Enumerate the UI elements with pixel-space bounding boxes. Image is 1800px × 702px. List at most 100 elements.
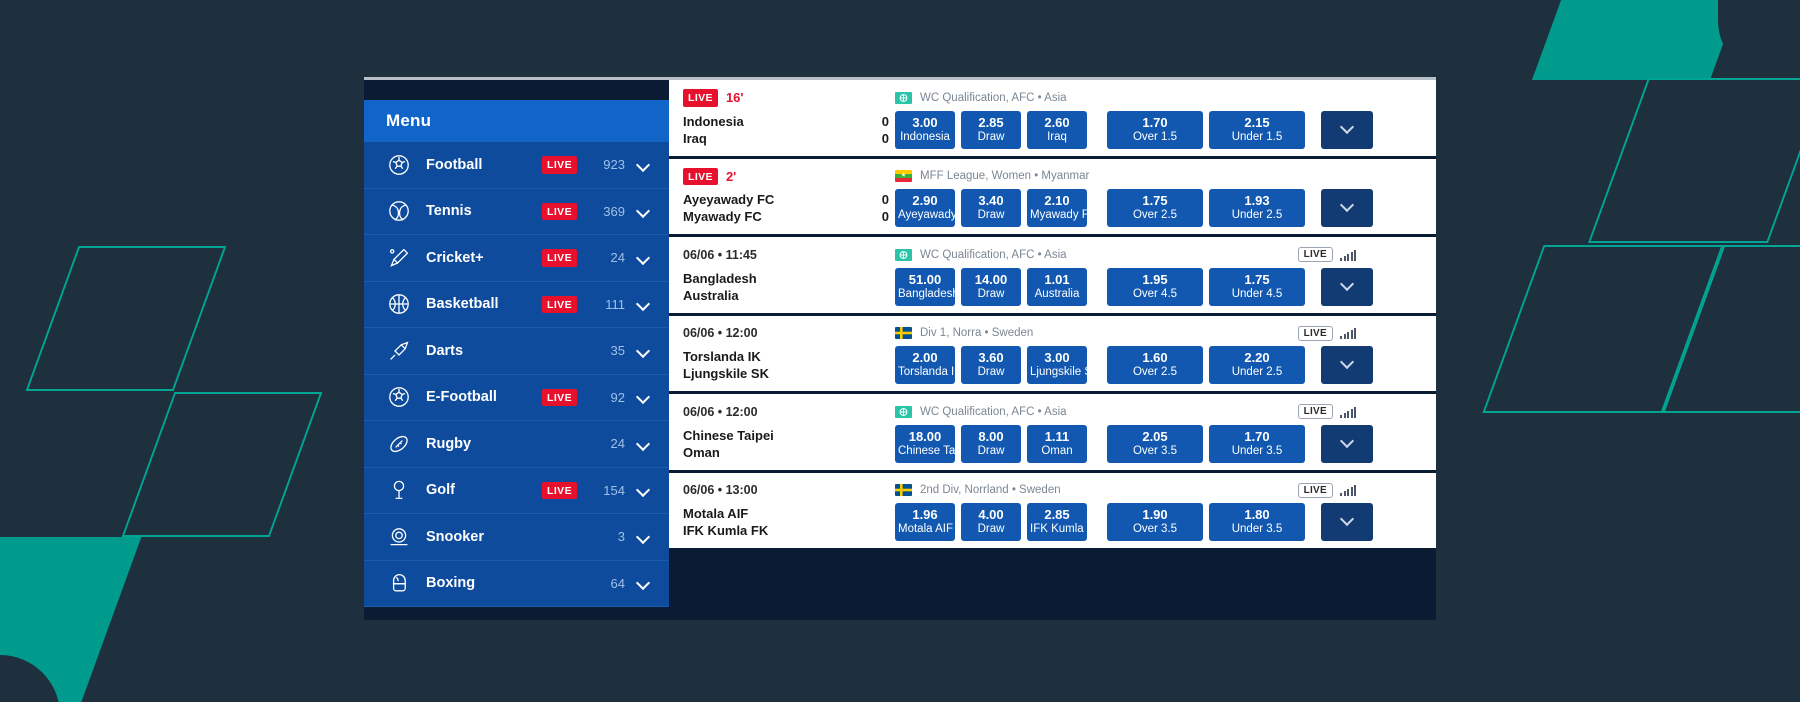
decor-corner-top-right — [1718, 0, 1800, 80]
team-names: Torslanda IK Ljungskile SK — [683, 348, 861, 382]
odds-button[interactable]: 1.95 Over 4.5 — [1107, 267, 1203, 306]
chevron-down-icon[interactable] — [637, 297, 651, 311]
home-team-name: Chinese Taipei — [683, 427, 774, 443]
league-info: 2nd Div, Norrland • Sweden — [895, 484, 1298, 497]
expand-match-button[interactable] — [1321, 189, 1373, 228]
odds-button[interactable]: 2.85 Draw — [961, 110, 1021, 149]
odds-button[interactable]: 2.85IFK Kumla FK — [1027, 503, 1087, 542]
live-stream-indicator[interactable]: LIVE — [1297, 482, 1424, 498]
match-row[interactable]: 06/06 • 12:00 WC Qualification, AFC • Asi… — [669, 394, 1436, 473]
expand-match-button[interactable] — [1321, 346, 1373, 385]
odds-button[interactable]: 8.00 Draw — [961, 424, 1021, 463]
home-team-name: Indonesia — [683, 113, 744, 129]
league-name: WC Qualification, AFC • Asia — [920, 91, 1067, 104]
chevron-down-icon[interactable] — [637, 251, 651, 265]
chevron-down-icon[interactable] — [637, 530, 651, 544]
odds-area: 51.00 Bangladesh 14.00 Draw 1.01 Australia 1.9… — [895, 267, 1373, 306]
sidebar-item-football[interactable]: Football LIVE 923 — [364, 142, 669, 189]
odds-button[interactable]: 1.70 Under 3.5 — [1209, 424, 1305, 463]
match-row[interactable]: 06/06 • 12:00 Div 1, Norra • Sweden LIVE To… — [669, 315, 1436, 394]
odds-button[interactable]: 1.70 Over 1.5 — [1107, 110, 1203, 149]
odds-button[interactable]: 1.75 Under 4.5 — [1209, 267, 1305, 306]
chevron-down-icon[interactable] — [637, 390, 651, 404]
odds-button[interactable]: 2.15 Under 1.5 — [1209, 110, 1305, 149]
sidebar-item-golf[interactable]: Golf LIVE 154 — [364, 467, 669, 514]
odds-button[interactable]: 2.90Ayeyawady FC — [895, 189, 955, 228]
odds-button[interactable]: 3.00 Indonesia — [895, 110, 955, 149]
football-icon — [386, 152, 412, 178]
odds-group-over-under: 1.75 Over 2.5 1.93 Under 2.5 — [1107, 189, 1305, 228]
efootball-icon — [386, 384, 412, 410]
match-body: Chinese TaipeiOman0018.00Chinese Taipei8… — [683, 424, 1424, 463]
chevron-down-icon[interactable] — [637, 344, 651, 358]
odds-value: 1.93 — [1244, 193, 1270, 209]
live-stream-indicator[interactable]: LIVE — [1297, 325, 1424, 341]
odds-button[interactable]: 3.00Ljungskile SK — [1027, 346, 1087, 385]
sidebar-item-e-football[interactable]: E-Football LIVE 92 — [364, 374, 669, 421]
sidebar-item-cricket-[interactable]: Cricket+ LIVE 24 — [364, 235, 669, 282]
sidebar-item-boxing[interactable]: Boxing 64 — [364, 560, 669, 607]
odds-button[interactable]: 1.93 Under 2.5 — [1209, 189, 1305, 228]
odds-button[interactable]: 2.60 Iraq — [1027, 110, 1087, 149]
odds-value: 2.85 — [1044, 507, 1070, 523]
expand-match-button[interactable] — [1321, 424, 1373, 463]
odds-button[interactable]: 51.00 Bangladesh — [895, 267, 955, 306]
sidebar-item-tennis[interactable]: Tennis LIVE 369 — [364, 188, 669, 235]
odds-button[interactable]: 1.75 Over 2.5 — [1107, 189, 1203, 228]
live-stream-indicator[interactable]: LIVE — [1297, 247, 1424, 263]
odds-value: 2.15 — [1244, 114, 1270, 130]
odds-label: Motala AIF — [898, 523, 953, 536]
odds-button[interactable]: 2.20 Under 2.5 — [1209, 346, 1305, 385]
odds-button[interactable]: 1.60 Over 2.5 — [1107, 346, 1203, 385]
match-row[interactable]: LIVE 2' MFF League, Women • Myanmar Ayeyawa… — [669, 158, 1436, 237]
expand-match-button[interactable] — [1321, 503, 1373, 542]
odds-button[interactable]: 1.90 Over 3.5 — [1107, 503, 1203, 542]
odds-label: Draw — [977, 130, 1005, 143]
odds-button[interactable]: 2.00Torslanda IK — [895, 346, 955, 385]
expand-match-button[interactable] — [1321, 110, 1373, 149]
sidebar-item-basketball[interactable]: Basketball LIVE 111 — [364, 281, 669, 328]
chevron-down-icon[interactable] — [637, 576, 651, 590]
odds-button[interactable]: 1.11 Oman — [1027, 424, 1087, 463]
league-info: Div 1, Norra • Sweden — [895, 327, 1298, 340]
odds-button[interactable]: 2.05 Over 3.5 — [1107, 424, 1203, 463]
sidebar-item-label: Tennis — [426, 203, 472, 220]
league-name: 2nd Div, Norrland • Sweden — [920, 484, 1061, 497]
sidebar-item-count: 92 — [610, 389, 625, 405]
odds-label: Draw — [977, 287, 1005, 300]
live-stream-indicator[interactable]: LIVE — [1297, 404, 1424, 420]
home-team-score: 0 — [881, 192, 889, 208]
sidebar-item-snooker[interactable]: Snooker 3 — [364, 514, 669, 561]
chevron-down-icon[interactable] — [637, 437, 651, 451]
odds-value: 2.00 — [912, 350, 938, 366]
odds-button[interactable]: 4.00 Draw — [961, 503, 1021, 542]
odds-button[interactable]: 18.00Chinese Taipei — [895, 424, 955, 463]
odds-label: Under 2.5 — [1231, 209, 1283, 222]
live-outline-badge: LIVE — [1297, 325, 1333, 341]
odds-button[interactable]: 2.10Myawady FC — [1027, 189, 1087, 228]
decor-parallelogram-right-a — [1587, 78, 1800, 243]
odds-value: 3.60 — [978, 350, 1004, 366]
odds-value: 1.96 — [912, 507, 938, 523]
sidebar-item-count: 111 — [605, 296, 625, 312]
odds-button[interactable]: 3.60 Draw — [961, 346, 1021, 385]
sidebar-item-darts[interactable]: Darts 35 — [364, 328, 669, 375]
match-row[interactable]: LIVE 16' WC Qualification, AFC • Asia Indon… — [669, 80, 1436, 159]
odds-label: Indonesia — [900, 130, 950, 143]
chevron-down-icon[interactable] — [637, 483, 651, 497]
odds-button[interactable]: 1.80 Under 3.5 — [1209, 503, 1305, 542]
chevron-down-icon[interactable] — [637, 158, 651, 172]
match-list: LIVE 16' WC Qualification, AFC • Asia Indon… — [669, 80, 1436, 620]
match-row[interactable]: 06/06 • 13:00 2nd Div, Norrland • Sweden L… — [669, 472, 1436, 551]
match-row[interactable]: 06/06 • 11:45 WC Qualification, AFC • Asi… — [669, 237, 1436, 316]
odds-button[interactable]: 3.40 Draw — [961, 189, 1021, 228]
window-top-edge — [364, 77, 1436, 80]
rugby-icon — [386, 431, 412, 457]
chevron-down-icon[interactable] — [637, 204, 651, 218]
expand-match-button[interactable] — [1321, 267, 1373, 306]
odds-button[interactable]: 1.96 Motala AIF — [895, 503, 955, 542]
odds-button[interactable]: 1.01 Australia — [1027, 267, 1087, 306]
odds-value: 1.90 — [1142, 507, 1168, 523]
sidebar-item-rugby[interactable]: Rugby 24 — [364, 421, 669, 468]
odds-button[interactable]: 14.00 Draw — [961, 267, 1021, 306]
